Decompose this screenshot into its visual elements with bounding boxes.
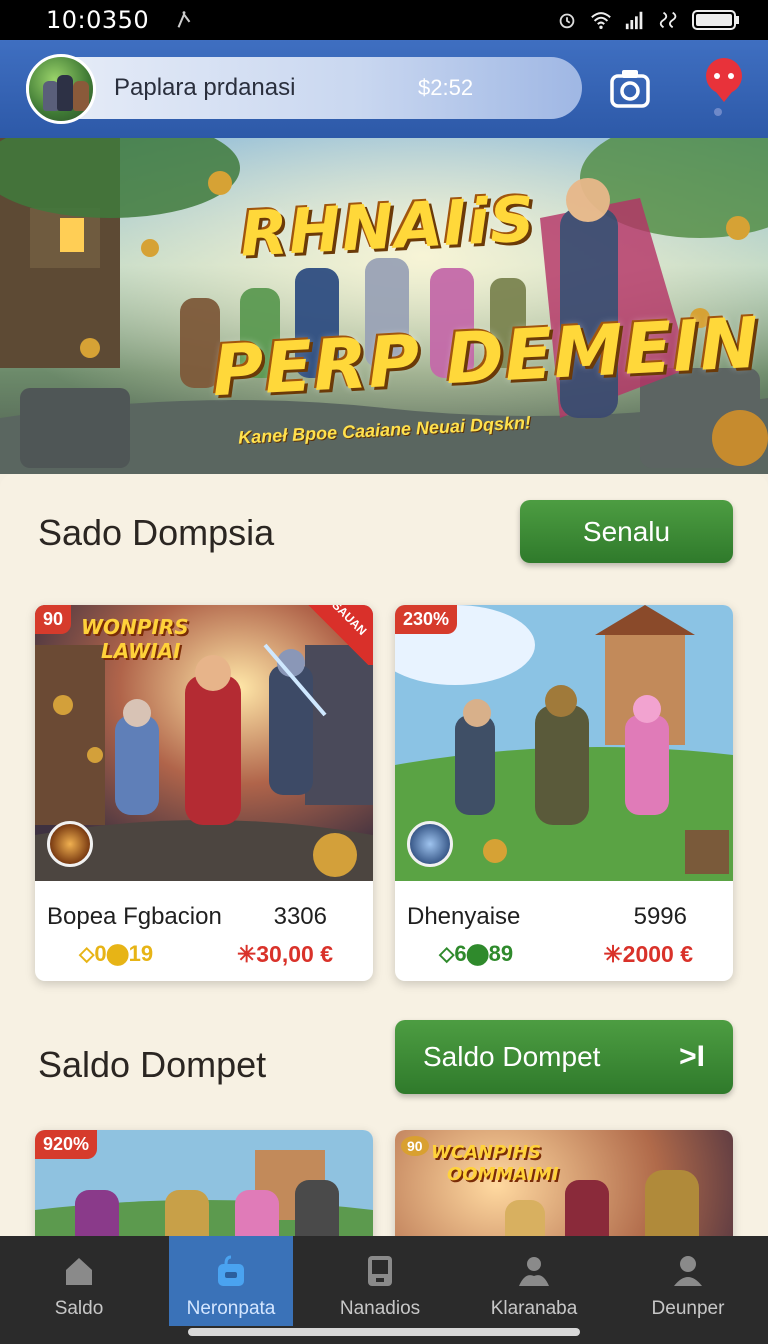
status-time: 10:0350	[46, 6, 150, 34]
card-art-title-line2: LAWIAI	[101, 639, 181, 663]
nav-item-neronpata[interactable]: Neronpata	[169, 1236, 293, 1326]
publisher-avatar	[407, 821, 453, 867]
nav-item-deunper[interactable]: Deunper	[626, 1236, 750, 1326]
bag-icon	[218, 1255, 244, 1286]
arrow-icon: >I	[679, 1040, 705, 1073]
publisher-avatar	[47, 821, 93, 867]
game-card[interactable]: 230% Dhenyaise 5996 ⬦6⬤89 ✳2000 €	[395, 605, 733, 981]
card-artwork: 920%	[35, 1130, 373, 1236]
card-art-title-line2: OOMMAIMI	[447, 1164, 559, 1185]
signal-icon	[625, 11, 643, 30]
tablet-icon	[368, 1256, 392, 1286]
game-card[interactable]: 90 WCANPIHS OOMMAIMI	[395, 1130, 733, 1236]
card-name: Dhenyaise	[407, 903, 521, 930]
card-art-title-line1: WCANPIHS	[431, 1142, 541, 1163]
battery-icon	[692, 10, 739, 30]
game-card[interactable]: 90 WONPIRS LAWIAI SAUAN Bopea Fgbacion 3…	[35, 605, 373, 981]
status-bar: 10:0350	[0, 0, 768, 40]
group-icon	[519, 1257, 549, 1286]
nav-label: Nanadios	[339, 1298, 421, 1319]
sale-corner-label: SAUAN	[329, 605, 370, 639]
card-name: Bopea Fgbacion	[47, 903, 222, 930]
sale-corner-badge: SAUAN	[303, 605, 373, 665]
card-info: Dhenyaise 5996 ⬦6⬤89 ✳2000 €	[395, 881, 733, 981]
card-art-title: WCANPIHS OOMMAIMI	[431, 1142, 559, 1186]
card-count: 3306	[273, 903, 327, 930]
camera-icon[interactable]	[604, 64, 656, 114]
card-rating: ⬦0⬤19	[79, 941, 154, 966]
nav-label: Saldo	[54, 1298, 104, 1319]
saldo-dompet-button-label: Saldo Dompet	[423, 1041, 601, 1072]
coin-badge: 90	[401, 1136, 429, 1156]
nav-item-klaranaba[interactable]: Klaranaba	[472, 1236, 596, 1326]
notification-icon[interactable]	[700, 52, 748, 122]
nav-item-saldo[interactable]: Saldo	[17, 1236, 141, 1326]
card-artwork: 90 WCANPIHS OOMMAIMI	[395, 1130, 733, 1236]
discount-badge: 230%	[395, 605, 458, 634]
top-bar: Paplara prdanasi $2:52	[0, 40, 768, 138]
nav-label: Deunper	[651, 1298, 725, 1319]
balance-amount: $2:52	[418, 75, 474, 100]
senalu-button[interactable]: Senalu	[520, 500, 733, 563]
card-artwork: 230%	[395, 605, 733, 881]
alarm-icon	[559, 13, 575, 29]
home-icon	[66, 1258, 92, 1285]
home-indicator[interactable]	[188, 1328, 580, 1336]
saldo-dompet-button[interactable]: Saldo Dompet >I	[395, 1020, 733, 1094]
nav-item-nanadios[interactable]: Nanadios	[318, 1236, 442, 1326]
discount-badge: 90	[35, 605, 72, 634]
discount-badge: 920%	[35, 1130, 98, 1159]
card-price: ✳30,00 €	[236, 941, 333, 967]
search-bar[interactable]: Paplara prdanasi $2:52	[26, 54, 582, 124]
profile-icon	[674, 1256, 702, 1286]
section-title-2: Saldo Dompet	[38, 1044, 267, 1085]
card-art-title-line1: WONPIRS	[81, 615, 189, 639]
nav-label: Klaranaba	[490, 1298, 578, 1319]
hero-banner[interactable]: RHNAIiS PERP DEMEIN Kaneł Bpoe Caaiane N…	[0, 138, 768, 474]
data-icon	[659, 11, 677, 29]
banner-title-line1: RHNAIiS	[238, 182, 538, 271]
section-title-1: Sado Dompsia	[38, 512, 275, 553]
avatar[interactable]	[26, 54, 96, 124]
accessibility-icon	[177, 11, 191, 28]
content-panel: Sado Dompsia Senalu 90 WONPIRS LAWIAI SA…	[0, 474, 768, 1236]
card-info: Bopea Fgbacion 3306 ⬦0⬤19 ✳30,00 €	[35, 881, 373, 981]
card-count: 5996	[633, 903, 687, 930]
nav-label: Neronpata	[186, 1298, 276, 1319]
card-price: ✳2000 €	[603, 941, 693, 967]
wifi-icon	[591, 12, 611, 29]
card-artwork: 90 WONPIRS LAWIAI SAUAN	[35, 605, 373, 881]
card-art-title: WONPIRS LAWIAI	[81, 615, 189, 663]
game-card[interactable]: 920%	[35, 1130, 373, 1236]
search-text: Paplara prdanasi	[114, 74, 296, 101]
card-rating: ⬦6⬤89	[439, 941, 514, 966]
